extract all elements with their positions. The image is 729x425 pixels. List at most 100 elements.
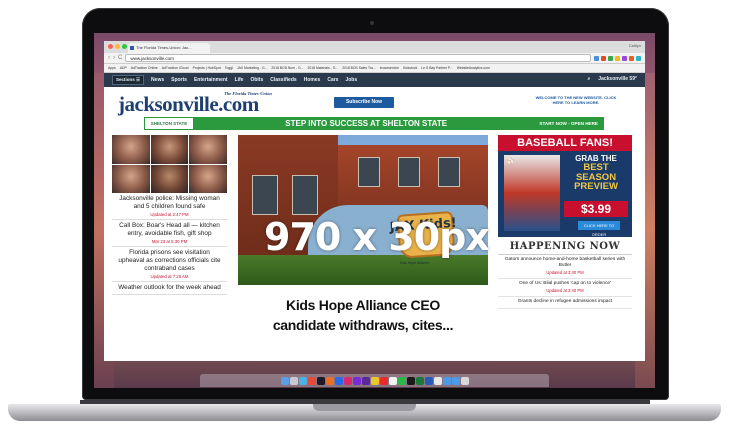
premiere-icon[interactable] — [352, 376, 361, 385]
extension-icon[interactable] — [601, 55, 606, 61]
story-headline[interactable]: Weather outlook for the week ahead — [116, 284, 223, 292]
item-headline[interactable]: Gators announce home-and-home basketball… — [500, 257, 630, 269]
bookmark-item[interactable]: 2018 BCB Sales Tra... — [342, 66, 376, 70]
happening-now-item[interactable]: One of Us: Bilal pushes 'cap on to viole… — [498, 279, 632, 297]
calendar-icon[interactable] — [379, 376, 388, 385]
nav-item-classifieds[interactable]: Classifieds — [270, 77, 296, 83]
messages-icon[interactable] — [397, 376, 406, 385]
ad-size-overlay-label: 970 x 30px — [264, 215, 490, 259]
story-item[interactable]: Call Box: Boar's Head all — kitchen entr… — [112, 220, 227, 247]
system-preferences-icon[interactable] — [433, 376, 442, 385]
trash-icon[interactable] — [460, 376, 469, 385]
zoom-window-button[interactable] — [122, 44, 127, 49]
happening-now-item[interactable]: Grants decline in refugee admissions imp… — [498, 297, 632, 309]
window-graphic — [438, 157, 460, 187]
after-effects-icon[interactable] — [361, 376, 370, 385]
left-story-column: Jacksonville police: Missing woman and 5… — [112, 135, 227, 361]
bookmark-item[interactable]: bruceservice — [380, 66, 399, 70]
story-photo-grid[interactable] — [112, 135, 227, 193]
main-story-photo[interactable]: JAX Kids! Kids Hope Alliance — [238, 135, 488, 285]
finder-icon[interactable] — [280, 376, 289, 385]
subscribe-button[interactable]: Subscribe Now — [334, 97, 394, 108]
browser-tab[interactable]: The Florida Times-Union: Jac... — [128, 43, 210, 53]
bookmark-item[interactable]: 2018 BCB Num - G... — [271, 66, 303, 70]
weather-widget[interactable]: Jacksonville 59° — [598, 76, 637, 82]
search-icon[interactable]: ⌕ — [587, 76, 590, 82]
chrome-icon[interactable] — [307, 376, 316, 385]
bookmark-item[interactable]: WebsiteAnalytics.com — [457, 66, 490, 70]
indesign-icon[interactable] — [343, 376, 352, 385]
nav-item-news[interactable]: News — [151, 77, 164, 83]
forward-button[interactable]: › — [113, 55, 115, 61]
bookmark-item[interactable]: Le S Bay Partner P... — [421, 66, 452, 70]
item-timestamp: Updated at 3:40 PM — [546, 269, 584, 275]
photoshop-icon[interactable] — [334, 376, 343, 385]
nav-item-jobs[interactable]: Jobs — [345, 77, 357, 83]
extension-icons — [594, 55, 641, 61]
story-headline[interactable]: Jacksonville police: Missing woman and 5… — [116, 195, 223, 211]
ad-order-button[interactable]: CLICK HERE TO ORDER — [578, 221, 620, 237]
nav-right-group: ⌕ Jacksonville 59° — [587, 76, 637, 82]
ad-title: BASEBALL FANS! — [498, 135, 632, 151]
right-column: BASEBALL FANS! ⚾ GRAB THE BEST SEASON PR… — [498, 135, 632, 361]
preview-icon[interactable] — [388, 376, 397, 385]
nav-item-sports[interactable]: Sports — [171, 77, 187, 83]
item-headline[interactable]: One of Us: Bilal pushes 'cap on to viole… — [500, 281, 630, 287]
extension-icon[interactable] — [622, 55, 627, 61]
nav-item-homes[interactable]: Homes — [304, 77, 321, 83]
main-story-headline[interactable]: Kids Hope Alliance CEO candidate withdra… — [238, 295, 488, 336]
bookmark-item[interactable]: JAX Marketing - G... — [237, 66, 268, 70]
back-button[interactable]: ‹ — [108, 55, 110, 61]
bookmark-item[interactable]: Apps — [108, 66, 116, 70]
story-timestamp: Updated at 2:47 PM — [150, 212, 189, 217]
story-item[interactable]: Jacksonville police: Missing woman and 5… — [112, 193, 227, 220]
laptop-screen: The Florida Times-Union: Jac... Caitlyn … — [94, 33, 655, 388]
sections-menu-button[interactable]: Sections ☰ — [112, 75, 145, 85]
nav-item-entertainment[interactable]: Entertainment — [194, 77, 228, 83]
ad-copy-line: BEST SEASON PREVIEW — [574, 162, 618, 192]
minimize-window-button[interactable] — [115, 44, 120, 49]
spotify-icon[interactable] — [406, 376, 415, 385]
reload-button[interactable]: C — [118, 55, 122, 61]
story-item[interactable]: Florida prisons see visitation upheaval … — [112, 247, 227, 282]
extension-icon[interactable] — [629, 55, 634, 61]
bookmark-item[interactable]: Toggl — [225, 66, 233, 70]
new-website-promo-link[interactable]: WELCOME TO THE NEW WEBSITE. CLICK HERE T… — [531, 95, 621, 105]
excel-icon[interactable] — [415, 376, 424, 385]
site-logo[interactable]: jacksonville.com — [118, 92, 259, 117]
extension-icon[interactable] — [636, 55, 641, 61]
extension-icon[interactable] — [594, 55, 599, 61]
bookmark-item[interactable]: ADP — [120, 66, 127, 70]
nav-item-cars[interactable]: Cars — [327, 77, 338, 83]
bookmark-item[interactable]: Projects | HubSpot — [193, 66, 221, 70]
folder-icon[interactable] — [442, 376, 451, 385]
item-headline[interactable]: Grants decline in refugee admissions imp… — [500, 299, 630, 305]
story-item[interactable]: Weather outlook for the week ahead — [112, 282, 227, 295]
webcam — [370, 21, 374, 25]
story-headline[interactable]: Call Box: Boar's Head all — kitchen entr… — [116, 222, 223, 238]
story-headline[interactable]: Florida prisons see visitation upheaval … — [116, 249, 223, 273]
profile-name[interactable]: Caitlyn — [629, 43, 641, 48]
window-graphic — [252, 175, 278, 215]
url-input[interactable]: www.jacksonville.com — [125, 54, 591, 62]
bookmark-item[interactable]: 2018 Materials - G... — [307, 66, 338, 70]
bookmark-item[interactable]: Kickstock — [403, 66, 417, 70]
safari-icon[interactable] — [298, 376, 307, 385]
banner-ad[interactable]: SHELTON STATE STEP INTO SUCCESS AT SHELT… — [144, 117, 604, 130]
nav-item-obits[interactable]: Obits — [250, 77, 263, 83]
launchpad-icon[interactable] — [289, 376, 298, 385]
close-window-button[interactable] — [108, 44, 113, 49]
bookmark-item[interactable]: AdTraction iCloud — [162, 66, 189, 70]
illustrator-icon[interactable] — [325, 376, 334, 385]
happening-now-item[interactable]: Gators announce home-and-home basketball… — [498, 255, 632, 279]
word-icon[interactable] — [424, 376, 433, 385]
baseball-ad[interactable]: BASEBALL FANS! ⚾ GRAB THE BEST SEASON PR… — [498, 135, 632, 237]
notes-icon[interactable] — [370, 376, 379, 385]
extension-icon[interactable] — [608, 55, 613, 61]
ad-cta[interactable]: START NOW - OPEN HERE — [539, 121, 598, 126]
extension-icon[interactable] — [615, 55, 620, 61]
bookmark-item[interactable]: AdTraction Online — [131, 66, 158, 70]
terminal-icon[interactable] — [316, 376, 325, 385]
nav-item-life[interactable]: Life — [235, 77, 244, 83]
folder-icon[interactable] — [451, 376, 460, 385]
